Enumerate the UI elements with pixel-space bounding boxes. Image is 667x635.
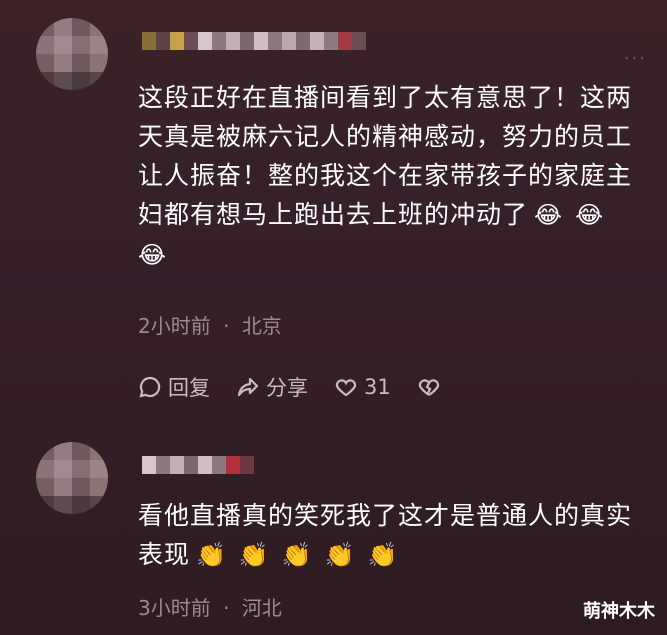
reply-label: 回复 (168, 376, 210, 400)
like-count: 31 (364, 375, 391, 399)
share-label: 分享 (266, 376, 308, 400)
clapping-hands-emoji: 👏 (324, 541, 356, 569)
location: 北京 (241, 314, 282, 338)
share-arrow-icon (237, 377, 259, 397)
comment-line: 看他直播真的笑死我了这才是普通人的真实 (138, 501, 633, 530)
username-blurred[interactable] (142, 456, 254, 474)
avatar[interactable] (36, 442, 108, 514)
laughing-crying-emoji: 😂 (138, 241, 168, 269)
dislike-button[interactable] (417, 375, 441, 399)
separator: · (223, 314, 230, 338)
comment-1: ··· 这段正好在直播间看到了太有意思了！这两 天真是被麻六记人的精神感动，努力… (0, 0, 667, 430)
reply-button[interactable]: 回复 (138, 372, 210, 402)
location: 河北 (241, 596, 282, 620)
chat-bubble-icon (139, 376, 161, 398)
share-button[interactable]: 分享 (236, 372, 308, 402)
comment-2: 看他直播真的笑死我了这才是普通人的真实 表现 👏 👏 👏 👏 👏 3小时前 · 河北 (0, 430, 667, 635)
broken-heart-icon (418, 379, 439, 396)
separator: · (223, 596, 230, 620)
comment-meta: 3小时前 · 河北 (138, 592, 282, 621)
comment-line: 妇都有想马上跑出去上班的冲动了 😂 😂 (138, 195, 648, 235)
comment-text: 看他直播真的笑死我了这才是普通人的真实 表现 👏 👏 👏 👏 👏 (138, 496, 648, 575)
comment-line: 表现 👏 👏 👏 👏 👏 (138, 535, 648, 575)
comment-line: 这段正好在直播间看到了太有意思了！这两 (138, 83, 633, 112)
watermark: 萌神木木 (583, 601, 655, 622)
clapping-hands-emoji: 👏 (367, 541, 399, 569)
timestamp: 3小时前 (138, 596, 211, 620)
laughing-crying-emoji: 😂 (575, 201, 605, 229)
username-blurred[interactable] (142, 32, 366, 50)
clapping-hands-emoji: 👏 (281, 541, 313, 569)
comment-line: 让人振奋！整的我这个在家带孩子的家庭主 (138, 161, 633, 190)
comment-line: 😂 (138, 235, 648, 275)
comment-meta: 2小时前 · 北京 (138, 310, 282, 339)
laughing-crying-emoji: 😂 (534, 201, 564, 229)
comment-line-text: 表现 (138, 540, 191, 569)
comment-actions: 回复 分享 31 (138, 372, 441, 402)
heart-icon (335, 379, 357, 397)
comment-text: 这段正好在直播间看到了太有意思了！这两 天真是被麻六记人的精神感动，努力的员工 … (138, 78, 648, 275)
timestamp: 2小时前 (138, 314, 211, 338)
comment-line: 天真是被麻六记人的精神感动，努力的员工 (138, 122, 633, 151)
avatar[interactable] (36, 18, 108, 90)
like-button[interactable]: 31 (334, 375, 391, 399)
clapping-hands-emoji: 👏 (238, 541, 270, 569)
more-options-icon[interactable]: ··· (624, 48, 647, 69)
comment-line-text: 妇都有想马上跑出去上班的冲动了 (138, 200, 529, 229)
clapping-hands-emoji: 👏 (196, 541, 227, 569)
